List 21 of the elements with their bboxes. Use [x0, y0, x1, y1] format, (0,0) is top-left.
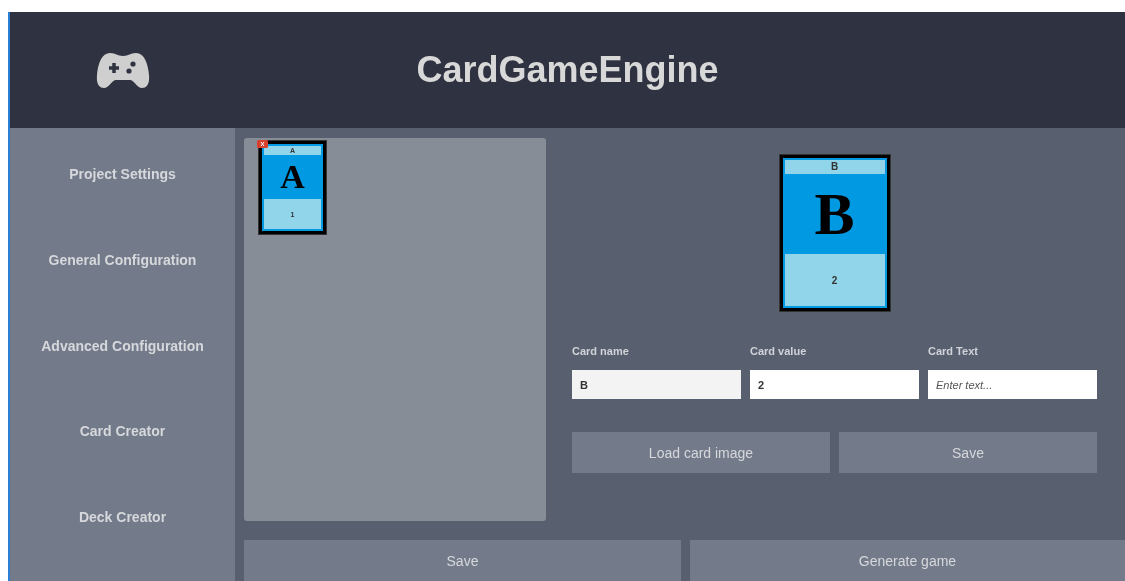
card-symbol: A	[280, 158, 305, 196]
sidebar-item[interactable]: Advanced Configuration	[10, 323, 235, 410]
sidebar-item[interactable]: Project Settings	[10, 152, 235, 238]
close-icon[interactable]	[257, 140, 268, 148]
footer-button[interactable]: Generate game	[690, 540, 1125, 581]
sidebar-item[interactable]: Deck Creator	[10, 495, 235, 581]
card-value: 2	[784, 254, 885, 306]
field-label: Card Text	[928, 345, 978, 357]
footer-button[interactable]: Save	[244, 540, 681, 581]
input-field[interactable]: 2	[750, 370, 919, 399]
card-name: B	[784, 160, 885, 174]
field-label: Card value	[750, 345, 807, 357]
app-title: CardGameEngine	[415, 49, 720, 91]
input-field[interactable]: Enter text...	[928, 370, 1097, 399]
form-button[interactable]: Load card image	[572, 432, 830, 473]
sidebar-item[interactable]: Card Creator	[10, 409, 235, 496]
gamepad-icon	[95, 51, 150, 89]
form-button[interactable]: Save	[839, 432, 1097, 473]
field-label: Card name	[572, 345, 629, 357]
card-symbol: B	[814, 179, 855, 249]
sidebar-item[interactable]: General Configuration	[10, 237, 235, 324]
